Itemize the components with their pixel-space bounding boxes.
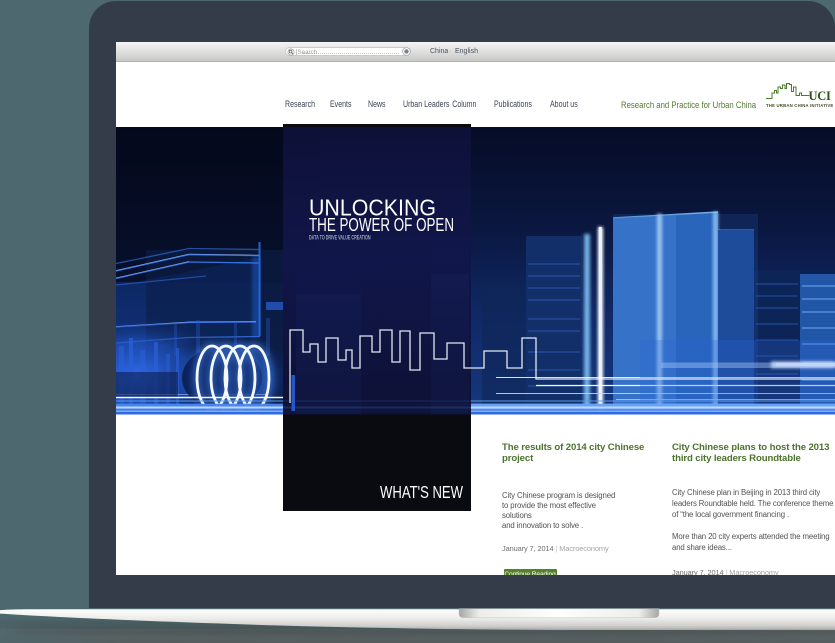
- svg-text:THE POWER OF OPEN: THE POWER OF OPEN: [309, 214, 454, 235]
- svg-text:DATA TO DRIVE VALUE CREATION: DATA TO DRIVE VALUE CREATION: [309, 235, 371, 242]
- svg-text:WHAT'S NEW: WHAT'S NEW: [380, 482, 463, 502]
